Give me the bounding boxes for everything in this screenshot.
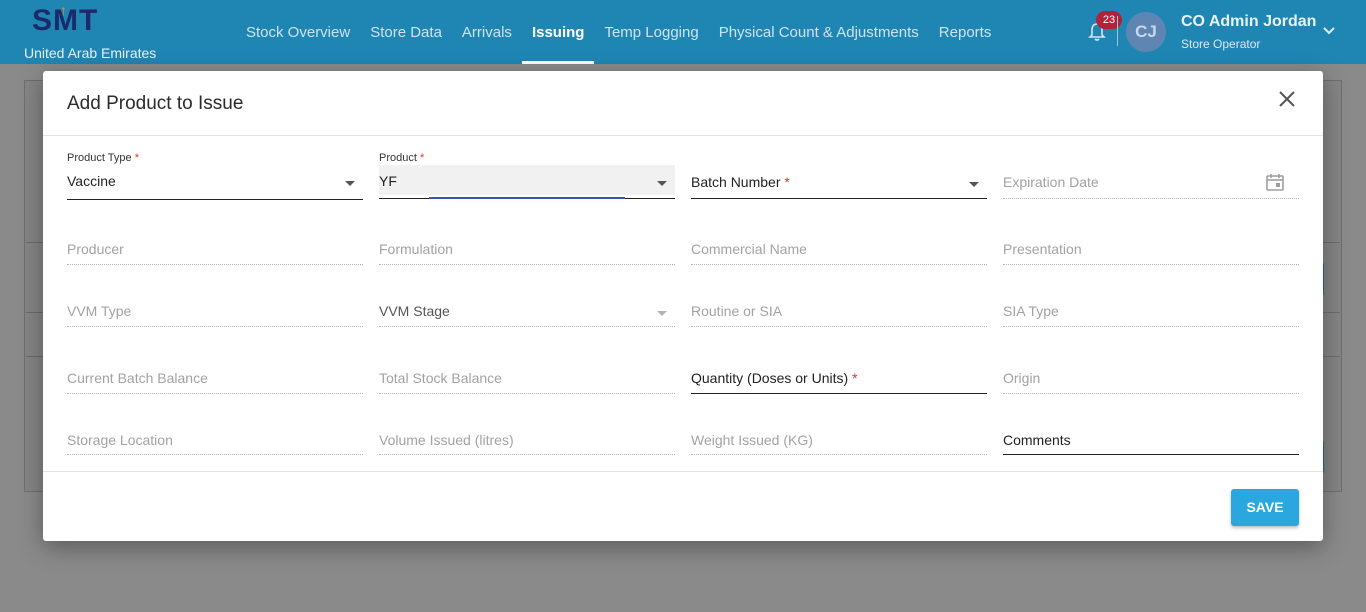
calendar-icon[interactable] (1265, 172, 1285, 192)
field-underline (691, 264, 987, 265)
field-underline (67, 393, 363, 394)
storage-location-field[interactable]: Storage Location (67, 424, 363, 474)
nav-physical-count[interactable]: Physical Count & Adjustments (709, 0, 929, 64)
comments-field[interactable]: Comments (1003, 424, 1299, 474)
storage-location-label: Storage Location (67, 432, 173, 448)
routine-or-sia-field[interactable]: Routine or SIA (691, 295, 987, 345)
product-type-value: Vaccine (67, 173, 116, 189)
field-underline (1003, 198, 1299, 199)
formulation-field[interactable]: Formulation (379, 233, 675, 283)
product-select[interactable]: Product * YF (379, 152, 675, 202)
origin-field[interactable]: Origin (1003, 362, 1299, 412)
product-type-select[interactable]: Product Type * Vaccine (67, 152, 363, 202)
batch-number-select[interactable]: Batch Number * (691, 152, 987, 202)
field-underline (67, 264, 363, 265)
formulation-label: Formulation (379, 241, 453, 257)
expiration-date-label: Expiration Date (1003, 174, 1099, 190)
field-underline (67, 454, 363, 455)
modal-header: Add Product to Issue (43, 71, 1323, 136)
total-stock-balance-label: Total Stock Balance (379, 370, 502, 386)
vvm-type-field[interactable]: VVM Type (67, 295, 363, 345)
user-role: Store Operator (1181, 37, 1261, 51)
country-name: United Arab Emirates (24, 45, 157, 61)
field-underline (379, 454, 675, 455)
nav-temp-logging[interactable]: Temp Logging (594, 0, 708, 64)
producer-label: Producer (67, 241, 124, 257)
sia-type-label: SIA Type (1003, 303, 1059, 319)
vvm-stage-label: VVM Stage (379, 303, 450, 319)
nav-store-data[interactable]: Store Data (360, 0, 452, 64)
notification-badge: 23 (1096, 11, 1122, 29)
nav-arrivals[interactable]: Arrivals (452, 0, 522, 64)
field-underline (379, 264, 675, 265)
field-underline (379, 326, 675, 327)
field-underline (691, 454, 987, 455)
presentation-field[interactable]: Presentation (1003, 233, 1299, 283)
volume-issued-label: Volume Issued (litres) (379, 432, 514, 448)
product-value: YF (379, 173, 397, 189)
commercial-name-label: Commercial Name (691, 241, 807, 257)
focused-background (379, 165, 675, 195)
nav-stock-overview[interactable]: Stock Overview (236, 0, 360, 64)
product-label: Product * (379, 152, 425, 164)
modal-title: Add Product to Issue (67, 93, 244, 114)
field-underline (1003, 393, 1299, 394)
chevron-down-icon[interactable] (1322, 26, 1336, 36)
user-name[interactable]: CO Admin Jordan (1181, 13, 1316, 31)
dropdown-arrow-icon (657, 181, 667, 186)
current-batch-balance-field[interactable]: Current Batch Balance (67, 362, 363, 412)
vvm-type-label: VVM Type (67, 303, 132, 319)
save-button[interactable]: SAVE (1231, 489, 1299, 526)
origin-label: Origin (1003, 370, 1041, 386)
logo-arrow-icon: ↑ (60, 2, 67, 18)
volume-issued-field[interactable]: Volume Issued (litres) (379, 424, 675, 474)
presentation-label: Presentation (1003, 241, 1082, 257)
expiration-date-field[interactable]: Expiration Date (1003, 152, 1299, 202)
field-underline (379, 393, 675, 394)
routine-or-sia-label: Routine or SIA (691, 303, 783, 319)
avatar[interactable]: CJ (1126, 12, 1166, 52)
producer-field[interactable]: Producer (67, 233, 363, 283)
dropdown-arrow-icon (345, 181, 355, 186)
modal-footer: SAVE (43, 471, 1323, 541)
product-type-label: Product Type * (67, 152, 139, 164)
field-underline (691, 393, 987, 394)
weight-issued-label: Weight Issued (KG) (691, 432, 813, 448)
dropdown-arrow-icon (657, 311, 667, 316)
quantity-field[interactable]: Quantity (Doses or Units) * (691, 362, 987, 412)
divider (1117, 16, 1118, 46)
sia-type-field[interactable]: SIA Type (1003, 295, 1299, 345)
field-underline (691, 326, 987, 327)
current-batch-balance-label: Current Batch Balance (67, 370, 208, 386)
nav-reports[interactable]: Reports (929, 0, 1002, 64)
field-underline (67, 326, 363, 327)
vvm-stage-select[interactable]: VVM Stage (379, 295, 675, 345)
batch-number-label: Batch Number * (691, 174, 790, 190)
field-underline (691, 198, 987, 199)
quantity-label: Quantity (Doses or Units) * (691, 370, 858, 386)
top-navigation-bar: SMT ↑ United Arab Emirates Stock Overvie… (0, 0, 1366, 64)
close-icon[interactable] (1277, 89, 1297, 109)
comments-label: Comments (1003, 432, 1071, 448)
dropdown-arrow-icon (969, 182, 979, 187)
focus-underline (429, 197, 625, 199)
commercial-name-field[interactable]: Commercial Name (691, 233, 987, 283)
main-nav: Stock Overview Store Data Arrivals Issui… (236, 0, 1001, 64)
field-underline (1003, 454, 1299, 455)
field-underline (1003, 326, 1299, 327)
nav-issuing[interactable]: Issuing (521, 0, 595, 64)
field-underline (67, 199, 363, 200)
field-underline (1003, 264, 1299, 265)
total-stock-balance-field[interactable]: Total Stock Balance (379, 362, 675, 412)
add-product-modal: Add Product to Issue Product Type * Vacc… (43, 71, 1323, 541)
weight-issued-field[interactable]: Weight Issued (KG) (691, 424, 987, 474)
